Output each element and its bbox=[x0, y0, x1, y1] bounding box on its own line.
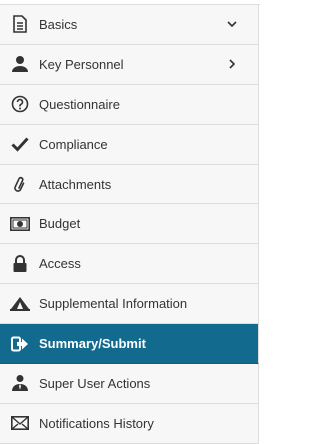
nav-item-compliance[interactable]: Compliance bbox=[0, 124, 259, 165]
question-circle-icon bbox=[9, 93, 31, 115]
lock-icon bbox=[9, 253, 31, 275]
nav-item-label: Key Personnel bbox=[39, 56, 124, 72]
nav-item-label: Questionnaire bbox=[39, 96, 120, 112]
nav-item-label: Summary/Submit bbox=[39, 336, 146, 352]
nav-item-supplemental-information[interactable]: Supplemental Information bbox=[0, 284, 259, 325]
nav-item-label: Notifications History bbox=[39, 415, 154, 431]
envelope-icon bbox=[9, 412, 31, 434]
nav-item-label: Supplemental Information bbox=[39, 296, 188, 312]
nav-item-access[interactable]: Access bbox=[0, 244, 259, 285]
nav-item-budget[interactable]: Budget bbox=[0, 204, 259, 245]
person-icon bbox=[9, 53, 31, 75]
nav-item-key-personnel[interactable]: Key Personnel bbox=[0, 44, 259, 85]
paperclip-icon bbox=[9, 173, 31, 195]
nav-item-super-user-actions[interactable]: Super User Actions bbox=[0, 364, 259, 404]
nav-item-basics[interactable]: Basics bbox=[0, 5, 259, 45]
nav-item-label: Super User Actions bbox=[39, 375, 151, 391]
user-tie-icon bbox=[9, 372, 31, 394]
nav-item-label: Attachments bbox=[39, 176, 112, 192]
nav-item-questionnaire[interactable]: Questionnaire bbox=[0, 84, 259, 125]
tent-icon bbox=[9, 293, 31, 315]
nav-item-attachments[interactable]: Attachments bbox=[0, 164, 259, 205]
nav-item-label: Budget bbox=[39, 216, 81, 232]
nav-item-notifications-history[interactable]: Notifications History bbox=[0, 403, 259, 444]
chevron-down-icon[interactable] bbox=[226, 18, 238, 30]
document-icon bbox=[9, 13, 31, 35]
nav-item-label: Access bbox=[39, 256, 81, 272]
checkmark-icon bbox=[9, 133, 31, 155]
nav-item-summary-submit[interactable]: Summary/Submit bbox=[0, 324, 259, 365]
chevron-right-icon[interactable] bbox=[226, 58, 238, 70]
side-navigation: Basics Key Personnel Questionnaire Compl… bbox=[0, 4, 260, 444]
money-icon bbox=[9, 213, 31, 235]
sign-out-icon bbox=[9, 333, 31, 355]
nav-item-label: Compliance bbox=[39, 136, 108, 152]
nav-item-label: Basics bbox=[39, 16, 78, 32]
